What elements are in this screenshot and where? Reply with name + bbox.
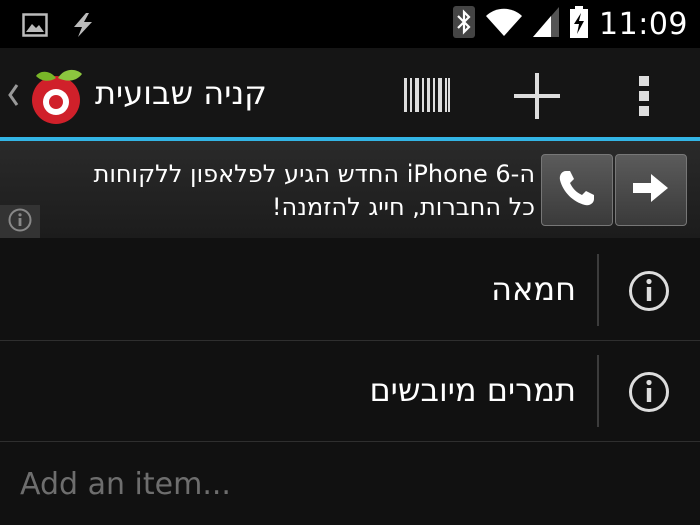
picture-icon (22, 13, 48, 41)
bluetooth-icon (453, 6, 476, 42)
item-info-icon[interactable] (628, 371, 670, 417)
lightning-icon (70, 12, 96, 42)
status-bar: 11:09 (0, 0, 700, 48)
signal-icon (533, 7, 560, 41)
ad-text[interactable]: ה-iPhone 6 החדש הגיע לפלאפון ללקוחות כל … (35, 158, 535, 224)
barcode-icon[interactable] (404, 78, 450, 116)
list-item[interactable]: חמאה (0, 240, 700, 341)
ad-info-button[interactable] (0, 205, 40, 238)
arrow-right-icon (633, 173, 669, 207)
ad-open-button[interactable] (615, 154, 687, 226)
ad-line-2: כל החברות, חייג להזמנה! (271, 193, 535, 221)
item-label: תמרים מיובשים (369, 371, 576, 409)
add-item-input[interactable] (0, 443, 700, 525)
list-item[interactable]: תמרים מיובשים (0, 341, 700, 442)
item-info-icon[interactable] (628, 270, 670, 316)
list-title: קניה שבועית (95, 74, 267, 112)
ad-banner[interactable]: ה-iPhone 6 החדש הגיע לפלאפון ללקוחות כל … (0, 141, 700, 238)
ad-call-button[interactable] (541, 154, 613, 226)
item-label: חמאה (491, 270, 576, 308)
ad-line-1: ה-iPhone 6 החדש הגיע לפלאפון ללקוחות (93, 160, 535, 188)
up-navigation-icon[interactable] (6, 82, 20, 112)
row-divider (597, 355, 599, 427)
info-icon (8, 208, 32, 236)
clock: 11:09 (599, 6, 688, 42)
wifi-icon (485, 7, 523, 41)
plus-icon[interactable] (514, 73, 560, 123)
app-logo[interactable] (28, 68, 84, 130)
overflow-menu-icon[interactable] (639, 76, 651, 120)
battery-charging-icon (569, 6, 589, 42)
row-divider (597, 254, 599, 326)
phone-icon (556, 167, 598, 213)
